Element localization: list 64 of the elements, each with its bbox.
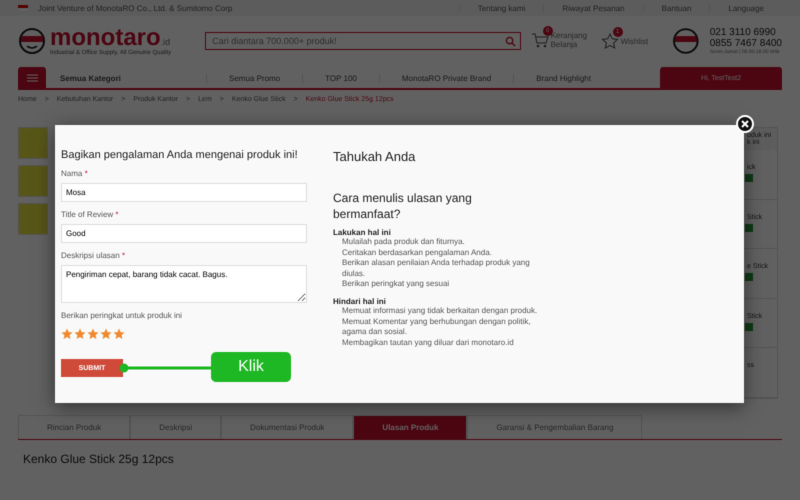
- phone-number: 0855 7467 8400: [710, 38, 782, 49]
- product-thumbnail: [18, 203, 48, 235]
- close-button[interactable]: [736, 115, 754, 133]
- cart-link[interactable]: Keranjang Belanja: [550, 32, 591, 50]
- star-icon[interactable]: [113, 328, 125, 340]
- tip-text: Membagikan tautan yang diluar dari monotaro.id: [341, 338, 515, 348]
- nav-link[interactable]: Brand Highlight: [513, 74, 613, 82]
- tip-text: Memuat informasi yang tidak berkaitan dengan produk.: [341, 306, 538, 317]
- product-thumbnail: [18, 165, 48, 197]
- star-icon[interactable]: [61, 328, 73, 340]
- wishlist-link[interactable]: Wishlist: [620, 36, 648, 46]
- star-icon[interactable]: [100, 328, 112, 340]
- nav-link[interactable]: Semua Promo: [206, 74, 302, 82]
- tips-subtitle: Cara menulis ulasan yang bermanfaat?: [333, 190, 473, 222]
- stock-badge: [745, 273, 753, 282]
- nav-link[interactable]: TOP 100: [302, 74, 379, 82]
- stock-badge: [745, 174, 753, 182]
- tip-text: Berikan peringkat yang sesuai: [341, 278, 450, 290]
- tagline: Joint Venture of MonotaRO Co., Ltd. & Sumitomo Corp: [38, 4, 232, 12]
- nav-link[interactable]: MonotaRO Private Brand: [378, 74, 514, 82]
- callout-label: Klik: [211, 352, 291, 382]
- tips-heading: Lakukan hal ini: [333, 228, 392, 238]
- description-field[interactable]: Pengiriman cepat, barang tidak cacat. Bagus.: [61, 265, 307, 303]
- tips-heading: Hindari hal ini: [333, 297, 387, 306]
- logo-suffix: .id: [160, 37, 170, 47]
- top-link[interactable]: Bantuan: [642, 4, 710, 12]
- phone-number: 021 3110 6990: [710, 27, 777, 38]
- mascot-icon: [18, 27, 46, 55]
- top-link[interactable]: Tentang kami: [458, 4, 544, 12]
- tip-text: Memuat Komentar yang berhubungan dengan politik, agama dan sosial.: [341, 316, 532, 338]
- input-field[interactable]: Good: [61, 224, 307, 243]
- star-icon[interactable]: [74, 328, 86, 340]
- mascot-icon: [672, 27, 700, 55]
- tab[interactable]: Rincian Produk: [18, 415, 130, 439]
- star-icon[interactable]: [600, 33, 619, 49]
- form-title: Bagikan pengalaman Anda mengenai produk ini!: [61, 149, 299, 161]
- rating-label: Berikan peringkat untuk produk ini: [61, 311, 183, 320]
- field-label: Nama *: [61, 169, 89, 178]
- top-link[interactable]: Language: [709, 4, 782, 12]
- star-icon[interactable]: [87, 328, 99, 340]
- close-icon: [741, 120, 749, 128]
- logo: monotaro: [50, 24, 161, 51]
- menu-icon: [26, 74, 38, 82]
- tip-text: Ceritakan berdasarkan pengalaman Anda.: [341, 248, 493, 258]
- search-icon: [504, 36, 516, 46]
- cart-icon[interactable]: [530, 33, 549, 49]
- field-label: Title of Review *: [61, 210, 120, 219]
- category-menu[interactable]: Semua Kategori: [46, 74, 206, 82]
- stock-badge: [745, 224, 753, 232]
- top-link[interactable]: Riwayat Pesanan: [543, 4, 643, 12]
- tab[interactable]: Ulasan Produk: [353, 415, 468, 439]
- tips-title: Tahukah Anda: [333, 149, 416, 164]
- stock-badge: [745, 322, 753, 331]
- tip-text: Mulailah pada produk dan fiturnya.: [341, 237, 466, 248]
- input-field[interactable]: Mosa: [61, 183, 307, 202]
- product-title: Kenko Glue Stick 25g 12pcs: [22, 451, 175, 468]
- field-label: Deskripsi ulasan *: [61, 251, 126, 260]
- tip-text: Berikan alasan penilaian Anda terhadap produk yang diulas.: [341, 258, 531, 279]
- tab[interactable]: Deskripsi: [130, 415, 222, 439]
- tab[interactable]: Garansi & Pengembalian Barang: [467, 415, 642, 439]
- tab[interactable]: Dokumentasi Produk: [221, 415, 354, 439]
- menu-button[interactable]: [18, 67, 46, 89]
- flag-icon: [18, 5, 28, 11]
- product-thumbnail: [18, 127, 48, 159]
